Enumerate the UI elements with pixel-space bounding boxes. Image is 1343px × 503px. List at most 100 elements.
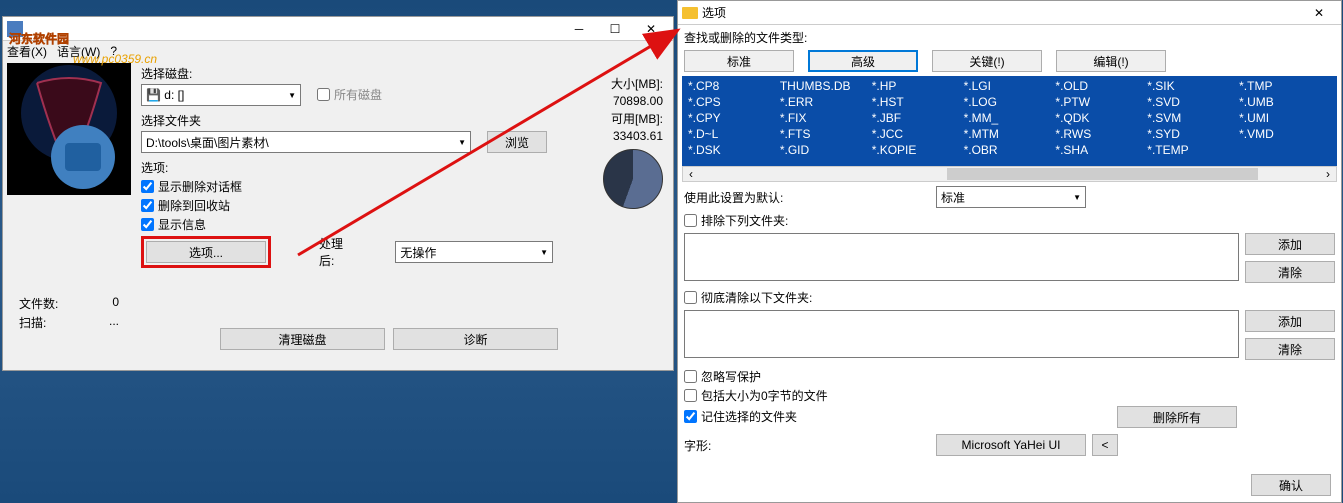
- diagnose-button[interactable]: 诊断: [393, 328, 558, 350]
- exclude-clear-button[interactable]: 清除: [1245, 261, 1335, 283]
- ext-item[interactable]: *.DSK: [688, 142, 780, 158]
- ext-item[interactable]: *.CPY: [688, 110, 780, 126]
- ext-item[interactable]: *.SYD: [1147, 126, 1239, 142]
- ext-item[interactable]: *.MM_: [964, 110, 1056, 126]
- ext-item[interactable]: *.FIX: [780, 110, 872, 126]
- purge-folders-checkbox[interactable]: 彻底清除以下文件夹:: [678, 285, 1341, 306]
- scroll-thumb[interactable]: [947, 168, 1258, 180]
- tab-key[interactable]: 关键(!): [932, 50, 1042, 72]
- ext-item[interactable]: *.OLD: [1055, 78, 1147, 94]
- purge-listbox[interactable]: [684, 310, 1239, 358]
- ext-item[interactable]: *.CPS: [688, 94, 780, 110]
- font-less-button[interactable]: <: [1092, 434, 1118, 456]
- ext-item[interactable]: *.UMB: [1239, 94, 1331, 110]
- ext-item[interactable]: *.GID: [780, 142, 872, 158]
- main-window: ─ ☐ ✕ 查看(X) 语言(W) ? 河东软件园 www.pc0359.cn …: [2, 16, 674, 371]
- browse-button[interactable]: 浏览: [487, 131, 547, 153]
- tab-row: 标准 高级 关键(!) 编辑(!): [678, 50, 1341, 76]
- delete-all-button[interactable]: 删除所有: [1117, 406, 1237, 428]
- select-folder-label: 选择文件夹: [141, 112, 553, 129]
- ext-item[interactable]: *.UMI: [1239, 110, 1331, 126]
- ext-item[interactable]: *.VMD: [1239, 126, 1331, 142]
- chevron-down-icon: ▼: [458, 138, 466, 147]
- menu-view[interactable]: 查看(X): [7, 43, 47, 60]
- ext-item[interactable]: *.CP8: [688, 78, 780, 94]
- disk-value: 💾 d: []: [146, 88, 184, 102]
- clean-disk-button[interactable]: 清理磁盘: [220, 328, 385, 350]
- tab-advanced[interactable]: 高级: [808, 50, 918, 72]
- recycle-bin-checkbox[interactable]: 删除到回收站: [141, 197, 553, 214]
- menu-help[interactable]: ?: [110, 44, 117, 58]
- scroll-left-icon[interactable]: ‹: [683, 167, 699, 181]
- ext-item[interactable]: *.KOPIE: [872, 142, 964, 158]
- extensions-list[interactable]: *.CP8THUMBS.DB*.HP*.LGI*.OLD*.SIK*.TMP*.…: [682, 76, 1337, 166]
- ext-item[interactable]: *.LOG: [964, 94, 1056, 110]
- ext-item[interactable]: *.SVD: [1147, 94, 1239, 110]
- options-close-button[interactable]: ✕: [1301, 2, 1337, 24]
- ext-item[interactable]: *.SVM: [1147, 110, 1239, 126]
- options-label: 选项:: [141, 159, 553, 176]
- ext-item[interactable]: THUMBS.DB: [780, 78, 872, 94]
- tab-standard[interactable]: 标准: [684, 50, 794, 72]
- ext-item[interactable]: *.MTM: [964, 126, 1056, 142]
- menubar: 查看(X) 语言(W) ?: [3, 41, 673, 61]
- exclude-add-button[interactable]: 添加: [1245, 233, 1335, 255]
- ext-item[interactable]: *.FTS: [780, 126, 872, 142]
- options-button-highlight: 选项...: [141, 236, 271, 268]
- maximize-button[interactable]: ☐: [597, 18, 633, 40]
- ext-item[interactable]: *.JCC: [872, 126, 964, 142]
- ext-item[interactable]: *.SHA: [1055, 142, 1147, 158]
- menu-lang[interactable]: 语言(W): [57, 43, 100, 60]
- ext-item[interactable]: *.HST: [872, 94, 964, 110]
- select-disk-label: 选择磁盘:: [141, 65, 553, 82]
- options-button[interactable]: 选项...: [146, 241, 266, 263]
- folder-combo[interactable]: D:\tools\桌面\图片素材\ ▼: [141, 131, 471, 153]
- ext-item[interactable]: *.TMP: [1239, 78, 1331, 94]
- scroll-right-icon[interactable]: ›: [1320, 167, 1336, 181]
- purge-clear-button[interactable]: 清除: [1245, 338, 1335, 360]
- app-icon: [7, 21, 23, 37]
- after-combo[interactable]: 无操作 ▼: [395, 241, 553, 263]
- font-label: 字形:: [684, 437, 724, 454]
- size-value: 70898.00: [563, 94, 663, 108]
- ext-item[interactable]: *.D~L: [688, 126, 780, 142]
- extensions-hscroll[interactable]: ‹ ›: [682, 166, 1337, 182]
- purge-add-button[interactable]: 添加: [1245, 310, 1335, 332]
- ext-item[interactable]: *.SIK: [1147, 78, 1239, 94]
- find-types-label: 查找或删除的文件类型:: [678, 25, 1341, 50]
- include-zero-checkbox[interactable]: 包括大小为0字节的文件: [684, 387, 1335, 404]
- folder-icon: [682, 5, 698, 21]
- ext-item[interactable]: *.QDK: [1055, 110, 1147, 126]
- ext-item[interactable]: *.ERR: [780, 94, 872, 110]
- exclude-listbox[interactable]: [684, 233, 1239, 281]
- remember-checkbox[interactable]: 记住选择的文件夹: [684, 408, 1117, 425]
- disk-stats: 大小[MB]: 70898.00 可用[MB]: 33403.61: [563, 75, 663, 211]
- default-combo[interactable]: 标准 ▼: [936, 186, 1086, 208]
- avail-label: 可用[MB]:: [563, 110, 663, 127]
- ext-item[interactable]: *.LGI: [964, 78, 1056, 94]
- default-label: 使用此设置为默认:: [684, 189, 804, 206]
- show-info-checkbox[interactable]: 显示信息: [141, 216, 553, 233]
- close-button[interactable]: ✕: [633, 18, 669, 40]
- main-titlebar: ─ ☐ ✕: [3, 17, 673, 41]
- main-content: 选择磁盘: 💾 d: [] ▼ 所有磁盘 选择文件夹 D:\tools\桌面\图…: [141, 65, 553, 275]
- tab-edit[interactable]: 编辑(!): [1056, 50, 1166, 72]
- ext-item[interactable]: *.OBR: [964, 142, 1056, 158]
- ext-item[interactable]: *.PTW: [1055, 94, 1147, 110]
- ext-item[interactable]: *.RWS: [1055, 126, 1147, 142]
- options-title: 选项: [702, 4, 1301, 21]
- show-delete-dialog-checkbox[interactable]: 显示删除对话框: [141, 178, 553, 195]
- ok-button[interactable]: 确认: [1251, 474, 1331, 496]
- ext-item[interactable]: [1239, 142, 1331, 158]
- ext-item[interactable]: *.HP: [872, 78, 964, 94]
- exclude-folders-checkbox[interactable]: 排除下列文件夹:: [678, 212, 1341, 229]
- app-logo: [7, 63, 131, 195]
- minimize-button[interactable]: ─: [561, 18, 597, 40]
- ext-item[interactable]: *.JBF: [872, 110, 964, 126]
- disk-combo[interactable]: 💾 d: [] ▼: [141, 84, 301, 106]
- ignore-readonly-checkbox[interactable]: 忽略写保护: [684, 368, 1335, 385]
- all-disks-checkbox[interactable]: 所有磁盘: [317, 86, 382, 103]
- font-button[interactable]: Microsoft YaHei UI: [936, 434, 1086, 456]
- disk-pie-chart: [603, 149, 663, 209]
- ext-item[interactable]: *.TEMP: [1147, 142, 1239, 158]
